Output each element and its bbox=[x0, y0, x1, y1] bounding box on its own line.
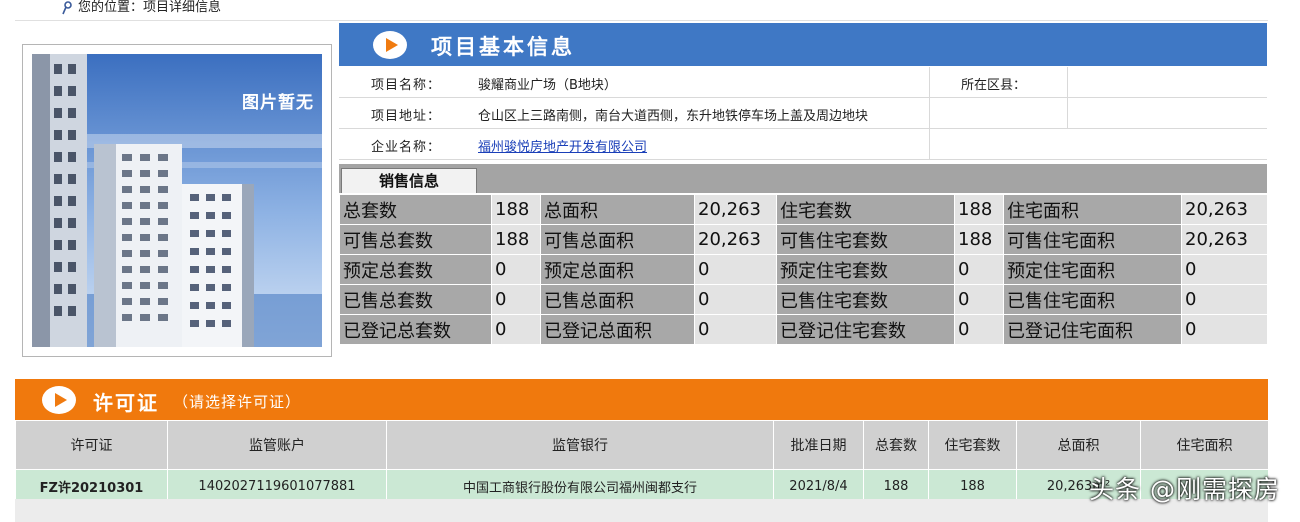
sales-label: 住宅套数 bbox=[776, 194, 955, 225]
column-header: 监管银行 bbox=[386, 420, 774, 470]
sales-label: 预定总面积 bbox=[540, 254, 695, 285]
sales-row: 已售总套数 0 已售总面积 0 已售住宅套数 0 已售住宅面积 0 bbox=[339, 284, 1268, 315]
permit-bank: 中国工商银行股份有限公司福州闽都支行 bbox=[386, 469, 774, 503]
sales-value: 20,263 bbox=[1181, 194, 1268, 225]
photo-placeholder-text: 图片暂无 bbox=[242, 93, 314, 113]
sales-label: 预定住宅面积 bbox=[1003, 254, 1182, 285]
sales-label: 已登记住宅面积 bbox=[1003, 314, 1182, 345]
permit-table: 许可证 监管账户 监管银行 批准日期 总套数 住宅套数 总面积 住宅面积 FZ许… bbox=[15, 420, 1269, 503]
sales-value: 0 bbox=[1181, 284, 1268, 315]
column-header: 许可证 bbox=[15, 420, 168, 470]
tab-sales-info[interactable]: 销售信息 bbox=[341, 168, 477, 193]
column-header: 住宅面积 bbox=[1140, 420, 1269, 470]
breadcrumb-prefix: 您的位置： bbox=[78, 0, 144, 15]
sales-row: 可售总套数 188 可售总面积 20,263 可售住宅套数 188 可售住宅面积 20,… bbox=[339, 224, 1268, 255]
sales-value: 0 bbox=[1181, 254, 1268, 285]
column-header: 批准日期 bbox=[773, 420, 864, 470]
sales-value: 0 bbox=[954, 284, 1004, 315]
permit-residential-units: 188 bbox=[928, 469, 1017, 503]
column-header: 住宅套数 bbox=[928, 420, 1017, 470]
sales-row: 总套数 188 总面积 20,263 住宅套数 188 住宅面积 20,263 bbox=[339, 194, 1268, 225]
sales-value: 0 bbox=[491, 254, 541, 285]
sales-label: 可售住宅套数 bbox=[776, 224, 955, 255]
project-photo: 图片暂无 bbox=[32, 54, 322, 347]
play-icon bbox=[373, 31, 407, 59]
permit-row[interactable]: FZ许20210301 1402027119601077881 中国工商银行股份… bbox=[15, 469, 1269, 503]
permit-title: 许可证 bbox=[93, 391, 159, 415]
company-row: 企业名称： 福州骏悦房地产开发有限公司 bbox=[339, 129, 1267, 160]
sales-value: 188 bbox=[491, 194, 541, 225]
sales-value: 0 bbox=[491, 314, 541, 345]
project-info-title: 项目基本信息 bbox=[431, 35, 575, 59]
sales-row: 已登记总套数 0 已登记总面积 0 已登记住宅套数 0 已登记住宅面积 0 bbox=[339, 314, 1268, 345]
project-name-row: 项目名称： 骏耀商业广场（B地块） 所在区县： bbox=[339, 67, 1267, 98]
column-header: 监管账户 bbox=[167, 420, 387, 470]
sales-label: 预定住宅套数 bbox=[776, 254, 955, 285]
sales-label: 可售总面积 bbox=[540, 224, 695, 255]
sales-label: 总套数 bbox=[339, 194, 492, 225]
company-label: 企业名称： bbox=[371, 140, 442, 155]
sales-value: 0 bbox=[954, 314, 1004, 345]
sales-value: 0 bbox=[694, 284, 777, 315]
district-label: 所在区县： bbox=[961, 78, 1027, 93]
permit-header: 许可证 （请选择许可证） bbox=[15, 379, 1268, 420]
sales-row: 预定总套数 0 预定总面积 0 预定住宅套数 0 预定住宅面积 0 bbox=[339, 254, 1268, 285]
project-address-row: 项目地址： 仓山区上三路南侧，南台大道西侧，东升地铁停车场上盖及周边地块 bbox=[339, 98, 1267, 129]
sales-value: 188 bbox=[954, 194, 1004, 225]
column-header: 总套数 bbox=[863, 420, 929, 470]
sales-value: 20,263 bbox=[694, 224, 777, 255]
play-icon bbox=[42, 386, 76, 414]
sales-value: 0 bbox=[491, 284, 541, 315]
sales-value: 188 bbox=[954, 224, 1004, 255]
project-name-label: 项目名称： bbox=[371, 78, 442, 93]
project-info-header: 项目基本信息 bbox=[339, 23, 1267, 66]
pin-icon bbox=[62, 1, 72, 15]
sales-value: 0 bbox=[694, 254, 777, 285]
breadcrumb-divider bbox=[15, 20, 1268, 21]
sales-value: 0 bbox=[1181, 314, 1268, 345]
project-address-label: 项目地址： bbox=[371, 109, 442, 124]
sales-label: 已售总套数 bbox=[339, 284, 492, 315]
sales-label: 总面积 bbox=[540, 194, 695, 225]
permit-date: 2021/8/4 bbox=[773, 469, 864, 503]
sales-table: 总套数 188 总面积 20,263 住宅套数 188 住宅面积 20,263 可售总套… bbox=[339, 194, 1268, 345]
project-photo-frame: 图片暂无 bbox=[22, 44, 332, 357]
sales-label: 已售住宅套数 bbox=[776, 284, 955, 315]
table-footer-band bbox=[15, 499, 1268, 522]
permit-total-units: 188 bbox=[863, 469, 929, 503]
permit-hint: （请选择许可证） bbox=[173, 393, 302, 411]
sales-label: 可售住宅面积 bbox=[1003, 224, 1182, 255]
sales-label: 可售总套数 bbox=[339, 224, 492, 255]
sales-label: 已售住宅面积 bbox=[1003, 284, 1182, 315]
sales-value: 188 bbox=[491, 224, 541, 255]
sales-label: 已登记总套数 bbox=[339, 314, 492, 345]
column-header: 总面积 bbox=[1016, 420, 1141, 470]
sales-label: 已登记住宅套数 bbox=[776, 314, 955, 345]
breadcrumb-current: 项目详细信息 bbox=[143, 0, 222, 15]
project-name-value: 骏耀商业广场（B地块） bbox=[478, 78, 617, 93]
sales-label: 已登记总面积 bbox=[540, 314, 695, 345]
breadcrumb: 您的位置： 项目详细信息 bbox=[62, 0, 221, 18]
permit-id[interactable]: FZ许20210301 bbox=[15, 469, 168, 503]
sales-value: 20,263 bbox=[1181, 224, 1268, 255]
permit-header-row: 许可证 监管账户 监管银行 批准日期 总套数 住宅套数 总面积 住宅面积 bbox=[15, 420, 1269, 470]
permit-account: 1402027119601077881 bbox=[167, 469, 387, 503]
project-address-value: 仓山区上三路南侧，南台大道西侧，东升地铁停车场上盖及周边地块 bbox=[478, 109, 869, 124]
sales-label: 已售总面积 bbox=[540, 284, 695, 315]
sales-value: 20,263 bbox=[694, 194, 777, 225]
company-link[interactable]: 福州骏悦房地产开发有限公司 bbox=[478, 136, 647, 155]
sales-label: 预定总套数 bbox=[339, 254, 492, 285]
sales-value: 0 bbox=[954, 254, 1004, 285]
sales-label: 住宅面积 bbox=[1003, 194, 1182, 225]
watermark: 头条 @刚需探房 bbox=[1089, 475, 1280, 504]
sales-tab-bar: 销售信息 bbox=[339, 164, 1267, 193]
sales-value: 0 bbox=[694, 314, 777, 345]
